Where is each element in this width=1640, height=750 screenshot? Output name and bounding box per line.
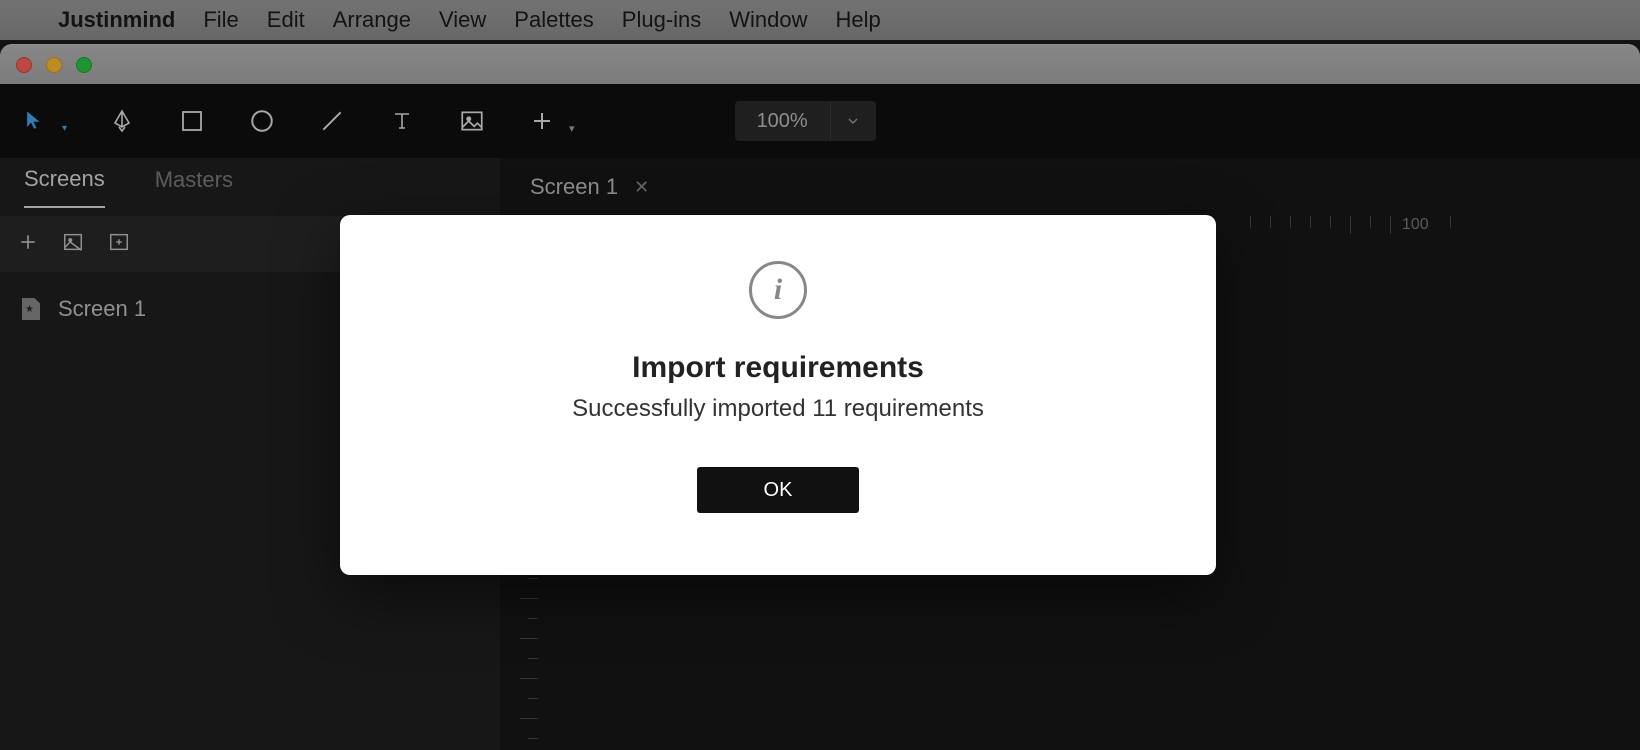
- tab-screens[interactable]: Screens: [24, 166, 105, 208]
- canvas-tabs: Screen 1 ✕: [500, 158, 1640, 216]
- rectangle-tool[interactable]: [177, 106, 207, 136]
- line-tool[interactable]: [317, 106, 347, 136]
- tab-masters[interactable]: Masters: [155, 167, 233, 207]
- menu-arrange[interactable]: Arrange: [333, 7, 411, 33]
- close-tab-icon[interactable]: ✕: [634, 177, 649, 198]
- menu-edit[interactable]: Edit: [267, 7, 305, 33]
- zoom-control[interactable]: 100%: [735, 101, 876, 141]
- menu-plugins[interactable]: Plug-ins: [622, 7, 701, 33]
- image-screen-button[interactable]: [62, 231, 84, 258]
- pen-tool[interactable]: [107, 106, 137, 136]
- info-icon: i: [749, 261, 807, 319]
- screen-file-icon: [22, 298, 40, 320]
- menu-view[interactable]: View: [439, 7, 486, 33]
- minimize-window-button[interactable]: [46, 57, 62, 73]
- add-tool-chevron-icon[interactable]: ▾: [569, 122, 575, 135]
- window-titlebar: [0, 44, 1640, 84]
- sidebar-tabs: Screens Masters: [0, 158, 500, 216]
- menu-palettes[interactable]: Palettes: [514, 7, 594, 33]
- text-tool[interactable]: [387, 106, 417, 136]
- menu-help[interactable]: Help: [836, 7, 881, 33]
- zoom-chevron-icon[interactable]: [830, 101, 876, 141]
- canvas-tab[interactable]: Screen 1: [530, 174, 618, 200]
- menu-file[interactable]: File: [203, 7, 238, 33]
- menu-window[interactable]: Window: [729, 7, 807, 33]
- zoom-window-button[interactable]: [76, 57, 92, 73]
- dialog-title: Import requirements: [632, 351, 924, 385]
- app-menu[interactable]: Justinmind: [58, 7, 175, 33]
- close-window-button[interactable]: [16, 57, 32, 73]
- dialog-message: Successfully imported 11 requirements: [572, 395, 984, 423]
- ok-button[interactable]: OK: [697, 467, 859, 513]
- select-tool[interactable]: [20, 106, 50, 136]
- import-requirements-dialog: i Import requirements Successfully impor…: [340, 215, 1216, 575]
- zoom-value: 100%: [735, 110, 830, 133]
- mac-menubar: Justinmind File Edit Arrange View Palett…: [0, 0, 1640, 40]
- add-screen-button[interactable]: [18, 232, 38, 257]
- image-tool[interactable]: [457, 106, 487, 136]
- screen-item-label: Screen 1: [58, 296, 146, 322]
- ellipse-tool[interactable]: [247, 106, 277, 136]
- select-tool-chevron-icon[interactable]: ▾: [62, 123, 67, 134]
- add-tool[interactable]: [527, 106, 557, 136]
- app-toolbar: ▾ ▾ 100%: [0, 84, 1640, 158]
- add-folder-button[interactable]: [108, 231, 130, 258]
- ruler-label: 100: [1402, 216, 1429, 234]
